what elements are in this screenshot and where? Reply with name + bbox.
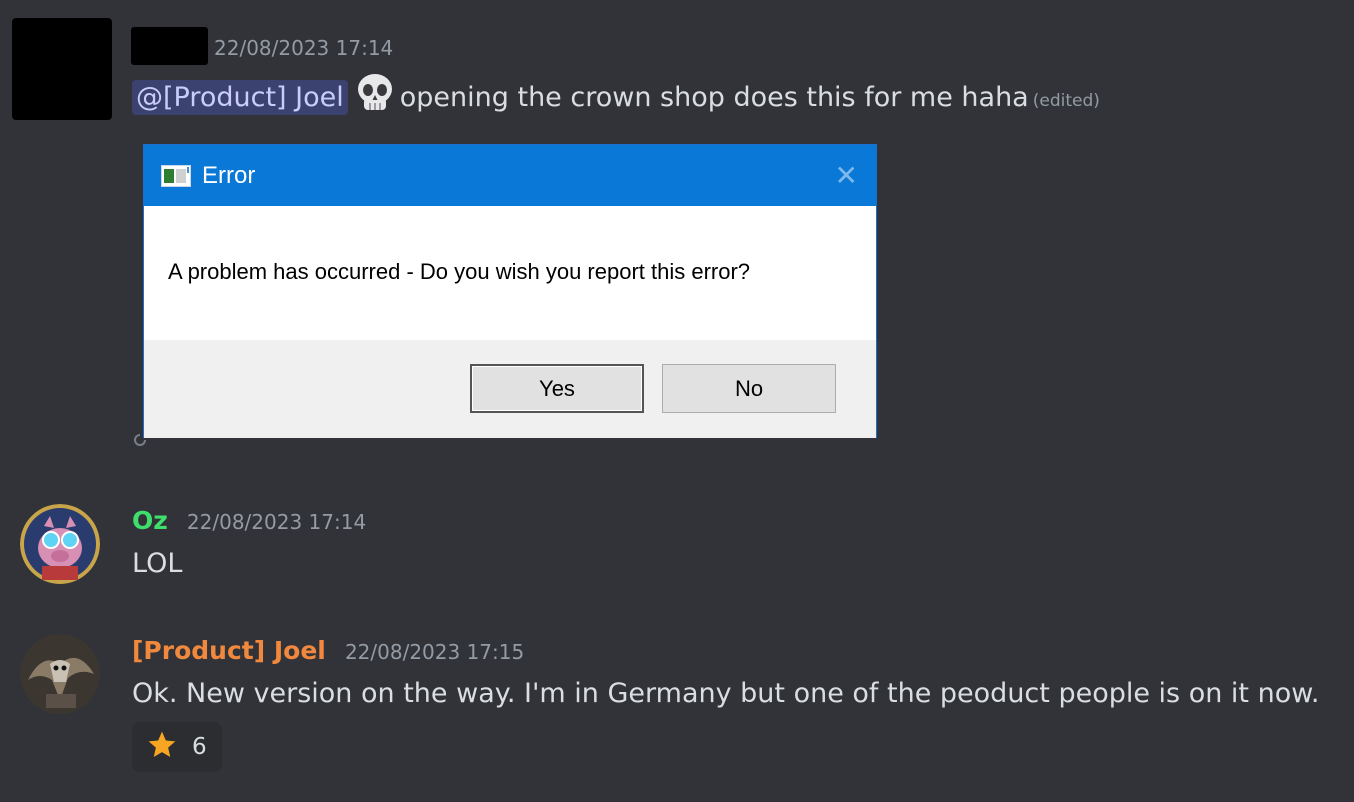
- message-text: LOL: [132, 548, 183, 579]
- error-dialog-image[interactable]: Error ✕ A problem has occurred - Do you …: [143, 144, 877, 438]
- star-icon: [146, 729, 178, 765]
- timestamp: 22/08/2023 17:14: [186, 510, 367, 534]
- reaction-button[interactable]: 6: [132, 722, 222, 772]
- username[interactable]: Oz: [132, 506, 168, 535]
- loading-spinner-icon: [133, 432, 147, 451]
- no-button[interactable]: No: [662, 364, 836, 413]
- dialog-title-bar: Error ✕: [144, 145, 876, 206]
- yes-button[interactable]: Yes: [470, 364, 644, 413]
- username[interactable]: [Product] Joel: [132, 636, 326, 665]
- dialog-title: Error: [202, 162, 256, 189]
- message-text: opening the crown shop does this for me …: [399, 82, 1029, 113]
- close-icon[interactable]: ✕: [835, 159, 858, 192]
- avatar[interactable]: [20, 634, 100, 714]
- skull-icon: [354, 72, 396, 121]
- timestamp: 22/08/2023 17:14: [214, 36, 394, 60]
- edited-label: (edited): [1032, 91, 1100, 111]
- message-text: Ok. New version on the way. I'm in Germa…: [132, 678, 1320, 709]
- reaction-count: 6: [192, 734, 207, 760]
- app-window-icon: [161, 165, 191, 192]
- dialog-footer: Yes No: [144, 340, 876, 438]
- dialog-message: A problem has occurred - Do you wish you…: [168, 259, 751, 284]
- avatar-redacted[interactable]: [12, 18, 112, 120]
- avatar[interactable]: [20, 504, 100, 584]
- timestamp: 22/08/2023 17:15: [344, 640, 525, 664]
- user-mention[interactable]: @[Product] Joel: [132, 80, 348, 115]
- username-redacted[interactable]: [131, 27, 208, 65]
